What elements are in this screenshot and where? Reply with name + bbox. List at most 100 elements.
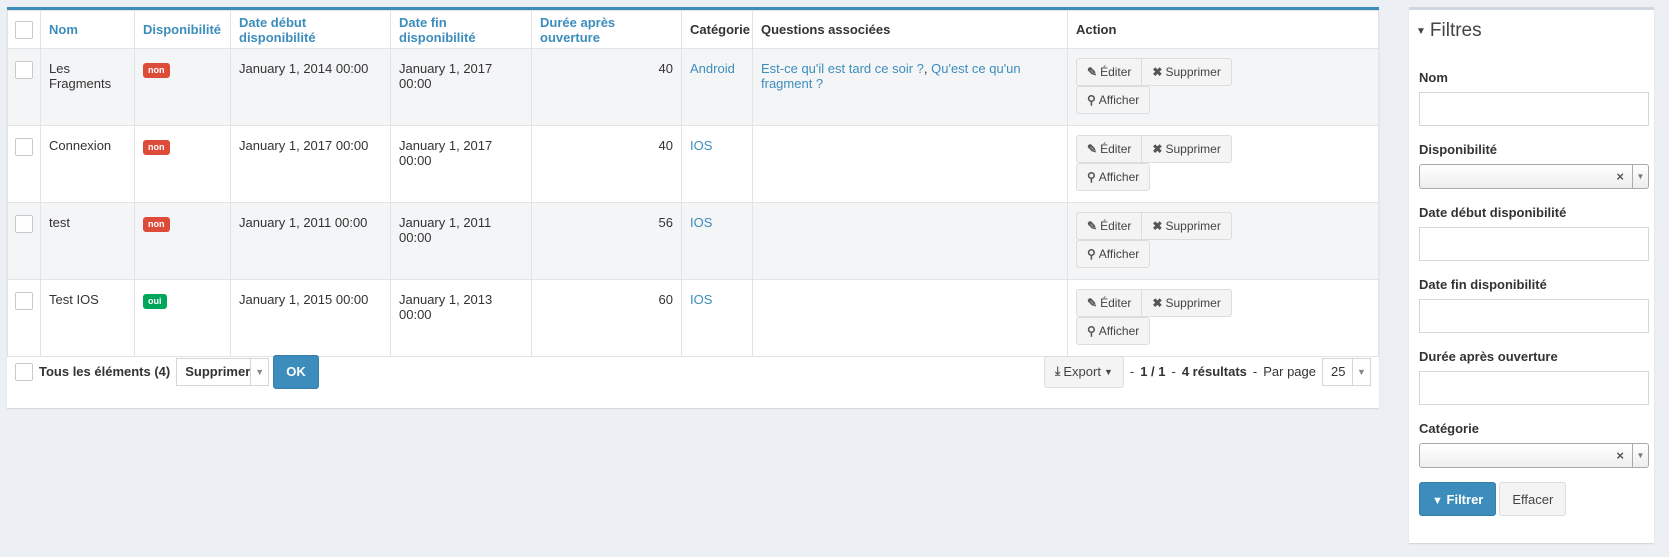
clear-icon[interactable]: ×: [1616, 169, 1624, 184]
filter-categorie-select[interactable]: × ▼: [1419, 443, 1649, 468]
availability-badge: non: [143, 140, 170, 155]
per-page-label: Par page: [1263, 364, 1316, 379]
cell-date-fin: January 1, 2017 00:00: [390, 48, 532, 126]
per-page-select[interactable]: 25 ▼: [1322, 357, 1371, 386]
filter-debut-label: Date début disponibilité: [1419, 205, 1567, 220]
cell-disponibilite: non: [134, 48, 231, 126]
delete-label: Supprimer: [1165, 296, 1221, 310]
zoom-icon: ⚲: [1087, 247, 1096, 261]
column-header-disponibilite[interactable]: Disponibilité: [134, 10, 231, 49]
all-elements-label: Tous les éléments (4): [39, 364, 171, 379]
delete-label: Supprimer: [1165, 142, 1221, 156]
column-header-date-debut[interactable]: Date début disponibilité: [230, 10, 391, 49]
clear-icon[interactable]: ×: [1616, 448, 1624, 463]
export-button[interactable]: ⤓ Export ▼: [1044, 355, 1124, 388]
chevron-down-icon: ▼: [1632, 165, 1648, 188]
filter-panel-header[interactable]: ▼ Filtres: [1416, 20, 1644, 42]
select-all-elements-checkbox[interactable]: [15, 362, 33, 381]
row-select-cell: [7, 202, 41, 280]
edit-button[interactable]: ✎ Éditer: [1076, 289, 1143, 317]
filter-fin-input[interactable]: [1419, 299, 1649, 333]
close-icon: ✖: [1152, 142, 1163, 156]
cell-duree: 56: [531, 202, 682, 280]
categorie-link[interactable]: IOS: [690, 215, 712, 230]
column-header-date-fin[interactable]: Date fin disponibilité: [390, 10, 532, 49]
per-page-value: 25: [1331, 364, 1346, 379]
batch-action-select[interactable]: Supprimer ▼: [176, 357, 270, 386]
filter-nom-label: Nom: [1419, 70, 1448, 85]
chevron-down-icon: ▼: [1632, 444, 1648, 467]
row-checkbox[interactable]: [15, 215, 33, 233]
pager-results: 4 résultats: [1181, 364, 1247, 379]
table-row: Connexion non January 1, 2017 00:00 Janu…: [7, 125, 1379, 203]
filter-duree-input[interactable]: [1419, 371, 1649, 405]
zoom-icon: ⚲: [1087, 170, 1096, 184]
show-button[interactable]: ⚲ Afficher: [1076, 163, 1151, 191]
filter-nom-input[interactable]: [1419, 92, 1649, 126]
select-all-header: [7, 10, 41, 49]
list-box: Nom Disponibilité Date début disponibili…: [7, 7, 1379, 408]
pager-separator: -: [1252, 364, 1258, 379]
chevron-down-icon: ▼: [250, 358, 268, 385]
edit-button[interactable]: ✎ Éditer: [1076, 135, 1143, 163]
delete-label: Supprimer: [1165, 219, 1221, 233]
cell-nom: test: [40, 202, 135, 280]
clear-filters-button[interactable]: Effacer: [1499, 482, 1567, 516]
batch-ok-button[interactable]: OK: [273, 354, 319, 389]
column-header-action: Action: [1067, 10, 1379, 49]
row-checkbox[interactable]: [15, 138, 33, 156]
filter-fin-label: Date fin disponibilité: [1419, 277, 1547, 292]
cell-questions: [752, 125, 1068, 203]
edit-icon: ✎: [1087, 65, 1098, 79]
show-label: Afficher: [1098, 170, 1140, 184]
delete-button[interactable]: ✖ Supprimer: [1141, 212, 1232, 240]
categorie-link[interactable]: Android: [690, 61, 735, 76]
column-header-duree[interactable]: Durée après ouverture: [531, 10, 682, 49]
filter-panel-title: Filtres: [1429, 20, 1482, 41]
availability-badge: oui: [143, 294, 167, 309]
caret-down-icon: ▼: [1416, 25, 1426, 37]
cell-categorie: IOS: [681, 202, 753, 280]
delete-button[interactable]: ✖ Supprimer: [1141, 289, 1232, 317]
show-button[interactable]: ⚲ Afficher: [1076, 86, 1151, 114]
categorie-link[interactable]: IOS: [690, 292, 712, 307]
cell-disponibilite: non: [134, 202, 231, 280]
row-checkbox[interactable]: [15, 292, 33, 310]
edit-button[interactable]: ✎ Éditer: [1076, 58, 1143, 86]
delete-button[interactable]: ✖ Supprimer: [1141, 135, 1232, 163]
cell-date-debut: January 1, 2011 00:00: [230, 202, 391, 280]
filter-icon: ▼: [1432, 494, 1443, 507]
show-label: Afficher: [1098, 93, 1140, 107]
column-header-categorie: Catégorie: [681, 10, 753, 49]
edit-icon: ✎: [1087, 219, 1098, 233]
delete-button[interactable]: ✖ Supprimer: [1141, 58, 1232, 86]
row-checkbox[interactable]: [15, 61, 33, 79]
edit-button[interactable]: ✎ Éditer: [1076, 212, 1143, 240]
edit-icon: ✎: [1087, 296, 1098, 310]
close-icon: ✖: [1152, 296, 1163, 310]
filter-duree-label: Durée après ouverture: [1419, 349, 1558, 364]
show-button[interactable]: ⚲ Afficher: [1076, 240, 1151, 268]
categorie-link[interactable]: IOS: [690, 138, 712, 153]
filter-dispo-select[interactable]: × ▼: [1419, 164, 1649, 189]
table-row: Les Fragments non January 1, 2014 00:00 …: [7, 48, 1379, 126]
list-footer: Tous les éléments (4) Supprimer ▼ OK ⤓ E…: [7, 335, 1379, 408]
cell-disponibilite: non: [134, 125, 231, 203]
cell-nom: Connexion: [40, 125, 135, 203]
export-label: Export: [1063, 364, 1101, 379]
column-header-nom[interactable]: Nom: [40, 10, 135, 49]
filter-categorie-label: Catégorie: [1419, 421, 1479, 436]
table-row: test non January 1, 2011 00:00 January 1…: [7, 202, 1379, 280]
cell-action: ✎ Éditer ✖ Supprimer ⚲ Afficher: [1067, 202, 1379, 280]
cell-questions: [752, 202, 1068, 280]
delete-label: Supprimer: [1165, 65, 1221, 79]
edit-icon: ✎: [1087, 142, 1098, 156]
close-icon: ✖: [1152, 65, 1163, 79]
edit-label: Éditer: [1100, 296, 1132, 310]
filter-button-label: Filtrer: [1446, 491, 1484, 507]
filter-button[interactable]: ▼ Filtrer: [1419, 482, 1497, 516]
filter-debut-input[interactable]: [1419, 227, 1649, 261]
pager-pages: 1 / 1: [1140, 364, 1166, 379]
select-all-checkbox[interactable]: [15, 20, 33, 39]
question-link[interactable]: Est-ce qu'il est tard ce soir ?: [761, 61, 924, 76]
